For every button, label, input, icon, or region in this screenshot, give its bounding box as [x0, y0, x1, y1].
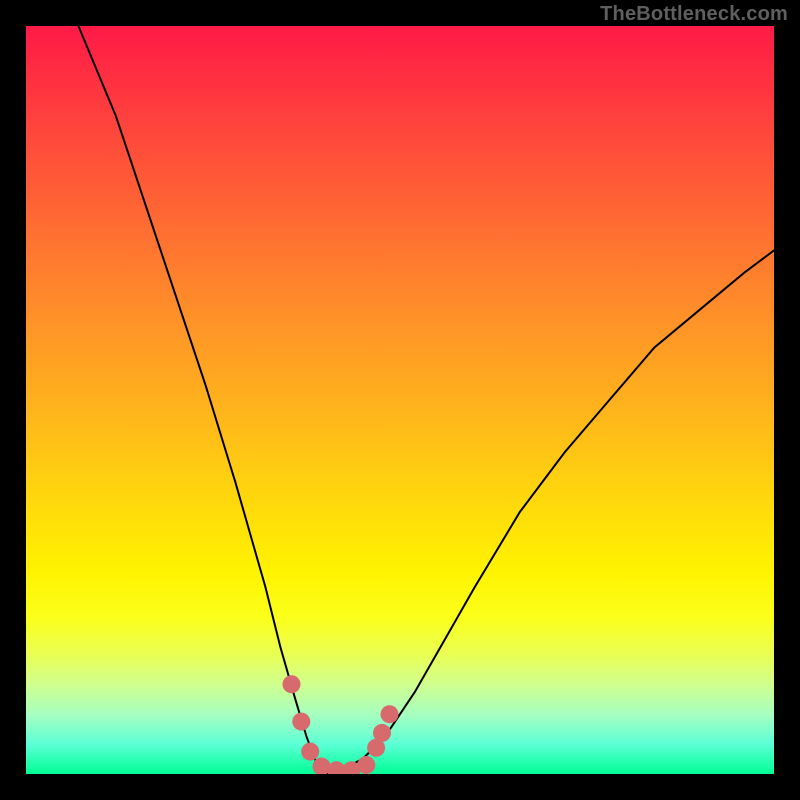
watermark-text: TheBottleneck.com — [600, 3, 788, 26]
chart-svg — [26, 26, 774, 774]
highlight-dot — [357, 756, 375, 774]
chart-frame: TheBottleneck.com — [0, 0, 800, 800]
highlight-dot — [292, 713, 310, 731]
chart-plot-area — [26, 26, 774, 774]
bottleneck-curve — [78, 26, 774, 774]
highlight-dot — [381, 705, 399, 723]
highlight-dot — [301, 743, 319, 761]
highlight-dot — [373, 724, 391, 742]
highlight-dot — [283, 675, 301, 693]
